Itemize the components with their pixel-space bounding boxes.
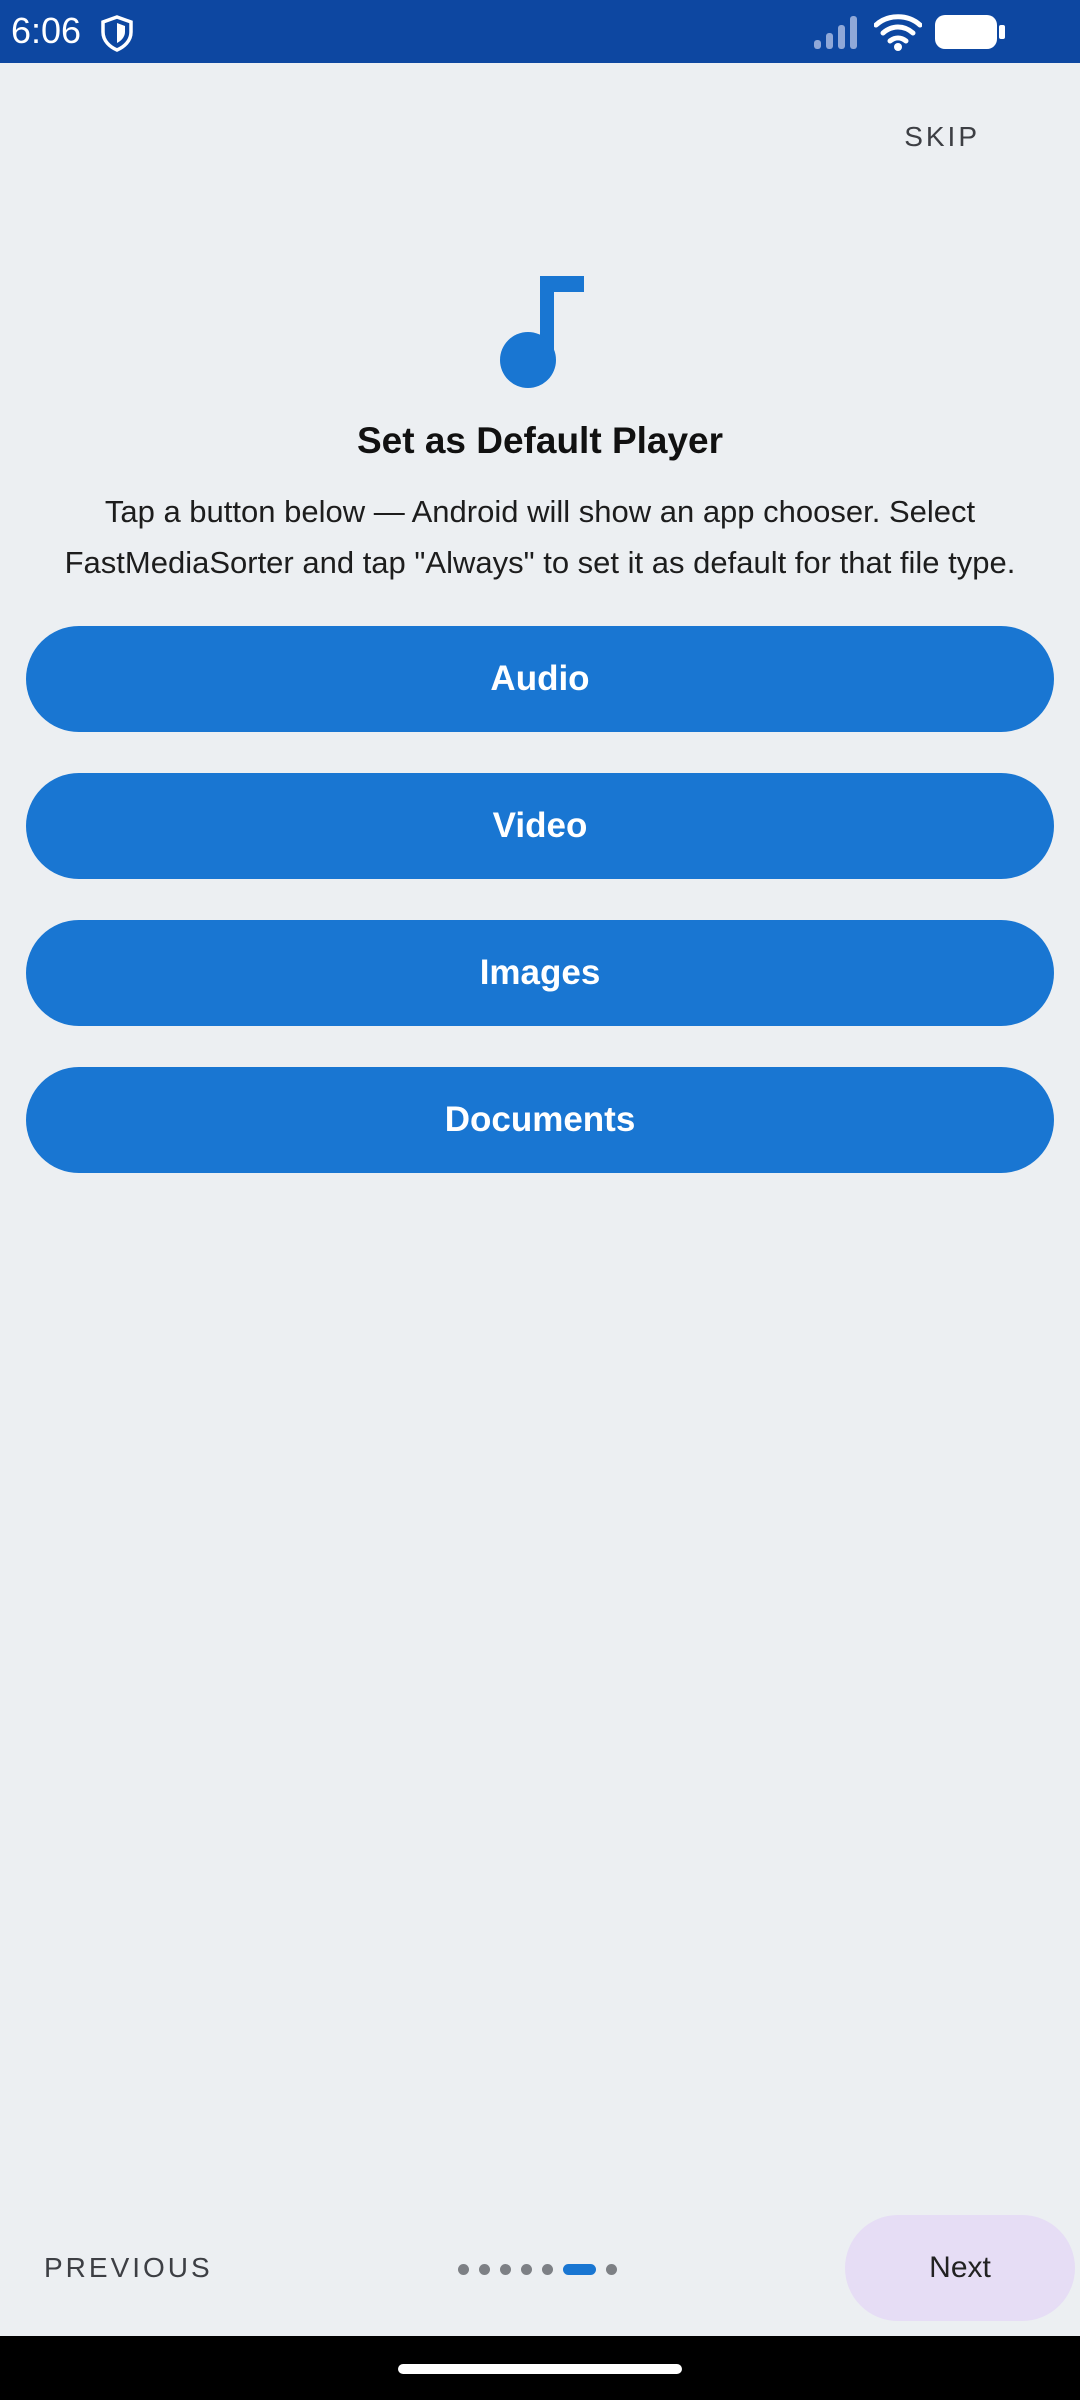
page-dot <box>606 2263 617 2275</box>
next-button[interactable]: Next <box>845 2215 1075 2321</box>
page-indicator <box>458 2262 617 2276</box>
battery-icon <box>935 15 1005 49</box>
page-dot <box>479 2263 490 2275</box>
skip-button[interactable]: SKIP <box>894 115 990 159</box>
images-button[interactable]: Images <box>26 920 1054 1026</box>
music-note-icon <box>500 276 584 388</box>
page-dot-active <box>563 2263 596 2275</box>
page-title: Set as Default Player <box>356 420 724 461</box>
shield-icon <box>101 15 133 52</box>
signal-icon <box>814 16 857 49</box>
status-bar: 6:06 <box>0 0 1080 63</box>
page-description: Tap a button below — Android will show a… <box>64 494 1016 580</box>
home-indicator[interactable] <box>398 2364 682 2374</box>
audio-button[interactable]: Audio <box>26 626 1054 732</box>
navigation-bar <box>0 2336 1080 2400</box>
wifi-icon <box>874 14 922 51</box>
previous-button[interactable]: PREVIOUS <box>40 2248 217 2288</box>
status-time: 6:06 <box>11 10 82 51</box>
video-button[interactable]: Video <box>26 773 1054 879</box>
documents-button[interactable]: Documents <box>26 1067 1054 1173</box>
page-dot <box>458 2263 469 2275</box>
page-dot <box>521 2263 532 2275</box>
page-dot <box>542 2263 553 2275</box>
page-dot <box>500 2263 511 2275</box>
onboarding-screen: 6:06 SKIP Set as Default Player Tap a bu… <box>0 0 1080 2400</box>
